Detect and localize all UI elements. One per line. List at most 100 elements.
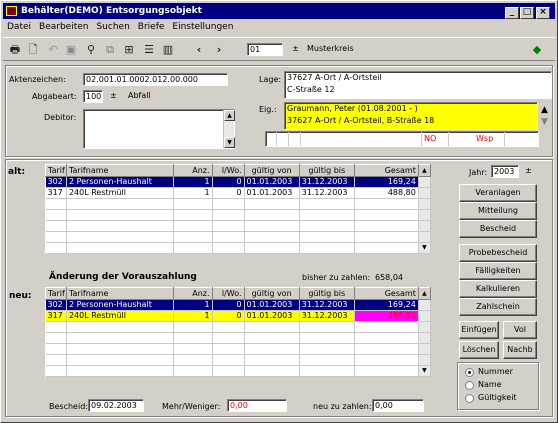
debitor-field[interactable]: [83, 109, 235, 149]
scroll-down-icon[interactable]: ▼: [418, 242, 432, 254]
bisher-value: 658,04: [375, 273, 403, 282]
scroll-up-icon[interactable]: ▲: [417, 287, 432, 300]
eig-line1: Graumann, Peter (01.08.2001 - ): [287, 104, 418, 113]
neu-zu-zahlen-field[interactable]: 0,00: [372, 399, 424, 412]
table-row[interactable]: 302 2 Personen-Haushalt 1 0 01.01.2003 31.12.…: [45, 176, 432, 188]
col-anz[interactable]: Anz.: [172, 164, 213, 177]
sort-name-radio[interactable]: [465, 381, 474, 390]
exit-arrow-icon[interactable]: ◆: [529, 42, 545, 58]
table-row[interactable]: [45, 209, 432, 221]
neu-label: neu:: [9, 291, 32, 301]
scroll-down-icon[interactable]: ▼: [224, 137, 235, 148]
einfuegen-button[interactable]: Einfügen: [459, 321, 499, 339]
neu-zu-zahlen-label: neu zu zahlen:: [313, 402, 372, 411]
table-row[interactable]: [45, 332, 432, 344]
col-gesamt[interactable]: Gesamt: [353, 164, 419, 177]
jahr-dropdown-icon[interactable]: ±: [522, 165, 535, 178]
table-row[interactable]: 302 2 Personen-Haushalt 1 0 01.01.2003 31.12.…: [45, 299, 432, 311]
col-gesamt[interactable]: Gesamt: [353, 287, 419, 300]
col-tarif[interactable]: Tarif: [45, 164, 67, 177]
new-document-icon[interactable]: 🗋: [25, 42, 41, 58]
title-bar[interactable]: Behälter(DEMO) Entsorgungsobjekt _ □ ×: [3, 3, 555, 19]
window-title: Behälter(DEMO) Entsorgungsobjekt: [21, 6, 202, 16]
record-dropdown-icon[interactable]: ±: [289, 43, 302, 56]
sort-nummer-radio[interactable]: [465, 368, 474, 377]
menu-datei[interactable]: Datei: [7, 22, 31, 32]
kalkulieren-button[interactable]: Kalkulieren: [459, 280, 537, 298]
lage-label: Lage:: [259, 75, 282, 84]
zahlschein-button[interactable]: Zahlschein: [459, 298, 537, 316]
vol-button[interactable]: Vol: [503, 321, 537, 339]
table-row[interactable]: ▼: [45, 242, 432, 254]
minimize-button[interactable]: _: [505, 7, 519, 19]
eig-scroll-up-icon[interactable]: ▲: [541, 105, 548, 115]
table-row[interactable]: [45, 354, 432, 366]
scroll-down-icon[interactable]: ▼: [418, 365, 432, 377]
flag-no: NO: [424, 134, 437, 143]
close-button[interactable]: ×: [536, 7, 550, 19]
bescheid-date-field[interactable]: 09.02.2003: [88, 399, 144, 412]
menu-briefe[interactable]: Briefe: [138, 22, 165, 32]
nachb-button[interactable]: Nachb: [503, 341, 537, 359]
col-anz[interactable]: Anz.: [172, 287, 213, 300]
abgabeart-dropdown-icon[interactable]: ±: [107, 90, 120, 103]
abgabeart-code-field[interactable]: 100: [83, 90, 103, 103]
flag-wsp: Wsp: [476, 134, 494, 143]
aktenzeichen-field[interactable]: 02.001.01.0002.012.00.000: [83, 73, 228, 86]
col-gueltig-von[interactable]: gültig von: [243, 164, 300, 177]
print-icon[interactable]: 🖶: [7, 42, 23, 58]
binoculars-icon[interactable]: ⚲: [83, 42, 99, 58]
jahr-field[interactable]: 2003: [491, 165, 519, 178]
mehr-weniger-field[interactable]: 0,00: [227, 399, 287, 412]
debitor-scrollbar[interactable]: ▲ ▼: [223, 110, 235, 148]
table-row[interactable]: [45, 231, 432, 243]
table-row[interactable]: 317 240L Restmüll 1 0 01.01.2003 31.12.2003 48…: [45, 187, 432, 199]
col-lwo[interactable]: l/Wo.: [211, 287, 245, 300]
maximize-button[interactable]: □: [520, 7, 534, 19]
probebescheid-button[interactable]: Probebescheid: [459, 244, 537, 262]
copy-icon[interactable]: ⧉: [102, 42, 118, 58]
undo-icon[interactable]: ↶: [45, 42, 61, 58]
table-row[interactable]: [45, 220, 432, 232]
table-row[interactable]: 317 240L Restmüll 1 0 01.01.2003 31.12.2003 48…: [45, 310, 432, 322]
col-tarifname[interactable]: Tarifname: [65, 164, 174, 177]
col-tarifname[interactable]: Tarifname: [65, 287, 174, 300]
save-icon[interactable]: ▣: [63, 42, 79, 58]
menu-bar: Datei Bearbeiten Suchen Briefe Einstellungen: [3, 20, 237, 35]
record-number-field[interactable]: 01: [247, 43, 283, 56]
list-icon[interactable]: ☰: [141, 42, 157, 58]
menu-bearbeiten[interactable]: Bearbeiten: [39, 22, 88, 32]
menu-einstellungen[interactable]: Einstellungen: [172, 22, 233, 32]
next-icon[interactable]: ›: [211, 42, 227, 58]
eig-scroll-down-icon[interactable]: ▼: [541, 117, 548, 127]
table-row[interactable]: ▼: [45, 365, 432, 377]
veranlagen-button[interactable]: Veranlagen: [459, 184, 537, 202]
flags-row: NO Wsp: [265, 131, 539, 147]
eigentuemer-field[interactable]: Graumann, Peter (01.08.2001 - ) 37627 A-…: [284, 102, 538, 130]
bescheid-button[interactable]: Bescheid: [459, 220, 537, 238]
previous-icon[interactable]: ‹: [191, 42, 207, 58]
tree-icon[interactable]: ⊞: [121, 42, 137, 58]
col-tarif[interactable]: Tarif: [45, 287, 67, 300]
faelligkeiten-button[interactable]: Fälligkeiten: [459, 262, 537, 280]
table-row[interactable]: [45, 198, 432, 210]
abgabeart-label: Abgabeart:: [32, 92, 77, 101]
col-gueltig-bis[interactable]: gültig bis: [298, 164, 355, 177]
sort-gueltigkeit-radio[interactable]: [465, 394, 474, 403]
scroll-up-icon[interactable]: ▲: [417, 164, 432, 177]
col-gueltig-von[interactable]: gültig von: [243, 287, 300, 300]
col-gueltig-bis[interactable]: gültig bis: [298, 287, 355, 300]
jahr-label: Jahr:: [469, 168, 488, 177]
table-row[interactable]: [45, 321, 432, 333]
table-row[interactable]: [45, 343, 432, 355]
mitteilung-button[interactable]: Mitteilung: [459, 202, 537, 220]
bisher-label: bisher zu zahlen:: [302, 273, 371, 282]
menu-suchen[interactable]: Suchen: [96, 22, 129, 32]
loeschen-button[interactable]: Löschen: [459, 341, 499, 359]
col-lwo[interactable]: l/Wo.: [211, 164, 245, 177]
sort-gueltigkeit-label: Gültigkeit: [478, 393, 517, 402]
scroll-up-icon[interactable]: ▲: [224, 110, 235, 121]
bescheid-label: Bescheid:: [49, 402, 88, 411]
lage-field[interactable]: 37627 A-Ort / A-Ortsteil C-Straße 12: [284, 71, 552, 99]
table-icon[interactable]: ▥: [160, 42, 176, 58]
